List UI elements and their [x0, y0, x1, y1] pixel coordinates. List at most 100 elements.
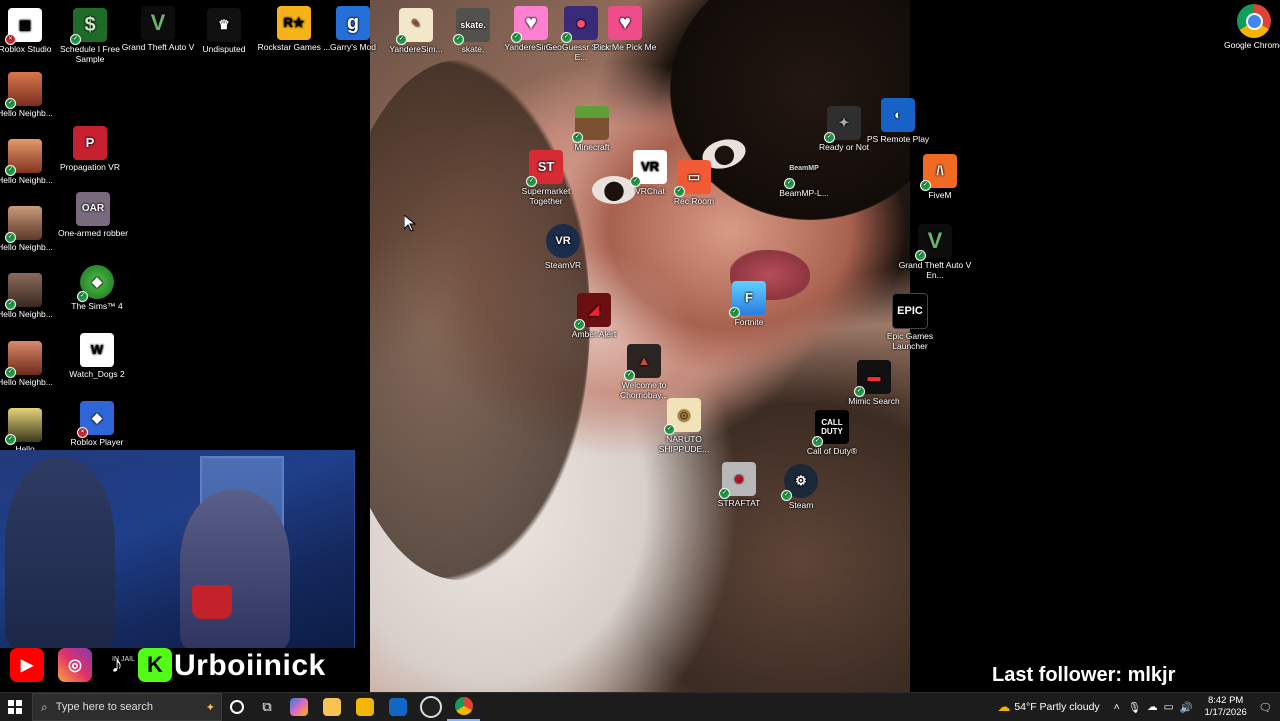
- desktop-icon-rec-room[interactable]: ▭ ✓ Rec Room: [657, 160, 731, 206]
- grass-block-icon: ✓: [572, 106, 609, 143]
- gta-v-icon: V ✓: [915, 224, 952, 261]
- desktop-icon-propagation-vr[interactable]: P Propagation VR: [53, 126, 127, 172]
- beammp-icon: BeamMP ✓: [784, 152, 821, 189]
- mimic-search-icon: ▬ ✓: [854, 360, 891, 397]
- search-highlight-icon: ✦: [205, 701, 215, 714]
- ready-or-not-icon: ✦ ✓: [824, 106, 861, 143]
- desktop-icon-fivem[interactable]: /\ ✓ FiveM: [903, 154, 977, 200]
- ps-remote-play-icon: ◐: [881, 98, 915, 132]
- desktop-icon-hello-neighbor-5[interactable]: ✓ Hello Neighb...: [0, 341, 62, 387]
- chevron-up-icon[interactable]: ˄: [1114, 701, 1120, 713]
- taskbar-store[interactable]: [348, 693, 381, 721]
- search-placeholder: Type here to search: [55, 701, 153, 713]
- steam-icon: ⚙ ✓: [781, 464, 818, 501]
- webcam-person-right: [180, 490, 290, 648]
- taskbar-outlook[interactable]: [381, 693, 414, 721]
- heart-icon: ♥: [608, 6, 642, 40]
- tiktok-small-text: IN JAIL: [112, 656, 135, 663]
- hello-neighbor-icon: ✓: [5, 273, 42, 310]
- desktop-icon-gta5-enhanced[interactable]: V ✓ Grand Theft Auto V En...: [898, 224, 972, 280]
- desktop-icon-beammp[interactable]: BeamMP ✓ BeamMP-L...: [767, 152, 841, 198]
- taskbar-search[interactable]: ⌕ Type here to search ✦: [32, 693, 222, 721]
- task-view-button[interactable]: ⧉: [252, 693, 282, 721]
- hello-neighbor-icon: ✓: [5, 408, 42, 445]
- supermarket-icon: ST ✓: [526, 150, 563, 187]
- plumbob-icon: ◆ ✓: [77, 265, 114, 302]
- desktop-icon-mimic-search[interactable]: ▬ ✓ Mimic Search: [837, 360, 911, 406]
- naruto-icon: ◎ ✓: [664, 398, 701, 435]
- store-icon: [355, 698, 374, 716]
- desktop-icon-call-of-duty[interactable]: CALL DUTY ✓ Call of Duty®: [795, 410, 869, 456]
- crown-icon: ♛: [207, 8, 241, 42]
- desktop-icon-amber-alert[interactable]: ◢ ✓ Amber Alert: [557, 293, 631, 339]
- desktop-icon-epic-games[interactable]: EPIC Epic Games Launcher: [873, 293, 947, 351]
- taskbar-file-explorer[interactable]: [315, 693, 348, 721]
- windows-icon: [8, 700, 22, 714]
- weather-text[interactable]: 54°F Partly cloudy: [1014, 701, 1099, 713]
- garrys-mod-icon: g: [336, 6, 370, 40]
- roblox-studio-icon: ▣ ×: [5, 8, 42, 45]
- desktop: ▣ × Roblox Studio ✓ Hello Neighb... ✓ Hel…: [0, 0, 1280, 692]
- chornobay-icon: ▲ ✓: [624, 344, 661, 381]
- desktop-icon-hello[interactable]: ✓ Hello: [0, 408, 62, 454]
- social-bar: ▶ ◎ ♪ IN JAIL K Urboiinick: [0, 648, 370, 684]
- taskbar-chrome[interactable]: [447, 693, 480, 721]
- chrome-icon: [1237, 4, 1271, 38]
- desktop-icon-hello-neighbor-3[interactable]: ✓ Hello Neighb...: [0, 206, 62, 252]
- desktop-icon-hello-neighbor-4[interactable]: ✓ Hello Neighb...: [0, 273, 62, 319]
- rockstar-icon: R★: [277, 6, 311, 40]
- obs-icon: [419, 696, 442, 718]
- desktop-icon-google-chrome[interactable]: Google Chrome: [1217, 4, 1280, 50]
- desktop-icon-gta5[interactable]: V Grand Theft Auto V: [121, 6, 195, 52]
- call-of-duty-icon: CALL DUTY ✓: [812, 410, 849, 447]
- taskbar: ⌕ Type here to search ✦ ⧉ ☁ 54°F Partly …: [0, 692, 1280, 721]
- start-button[interactable]: [0, 693, 30, 721]
- kick-icon: K: [138, 648, 172, 682]
- fivem-icon: /\ ✓: [920, 154, 957, 191]
- rec-room-icon: ▭ ✓: [674, 160, 711, 197]
- desktop-icon-fortnite[interactable]: F ✓ Fortnite: [712, 281, 786, 327]
- clock-date: 1/17/2026: [1204, 707, 1247, 718]
- steamvr-icon: VR: [546, 224, 580, 258]
- desktop-icon-schedule-i[interactable]: $ ✓ Schedule I Free Sample: [53, 8, 127, 64]
- clock-time: 8:42 PM: [1207, 695, 1244, 706]
- desktop-icon-roblox-player[interactable]: ◆ × Roblox Player: [60, 401, 134, 447]
- volume-icon[interactable]: 🔊: [1180, 701, 1193, 714]
- microphone-icon[interactable]: 🎙: [1128, 701, 1141, 714]
- mouse-pointer-icon: [404, 215, 416, 232]
- tiktok-icon: ♪: [111, 651, 123, 678]
- notifications-icon[interactable]: 🗨: [1259, 701, 1272, 714]
- propagation-vr-icon: P: [73, 126, 107, 160]
- desktop-icon-welcome-chornobay[interactable]: ▲ ✓ Welcome to Chornobay...: [607, 344, 681, 400]
- epic-games-icon: EPIC: [892, 293, 928, 329]
- taskbar-obs[interactable]: [414, 693, 447, 721]
- desktop-icon-minecraft[interactable]: ✓ Minecraft: [555, 106, 629, 152]
- copilot-icon: [289, 698, 308, 716]
- gta-v-icon: V: [141, 6, 175, 40]
- network-icon[interactable]: ▭: [1164, 701, 1174, 713]
- desktop-icon-supermarket-together[interactable]: ST ✓ Supermarket Together: [509, 150, 583, 206]
- desktop-icon-steam[interactable]: ⚙ ✓ Steam: [764, 464, 838, 510]
- webcam-person-left: [5, 458, 115, 648]
- desktop-icon-ps-remote-play[interactable]: ◐ PS Remote Play: [861, 98, 935, 144]
- roblox-icon: ◆ ×: [77, 401, 114, 438]
- hello-neighbor-icon: ✓: [5, 206, 42, 243]
- desktop-icon-sims-4[interactable]: ◆ ✓ The Sims™ 4: [60, 265, 134, 311]
- desktop-icon-undisputed[interactable]: ♛ Undisputed: [187, 8, 261, 54]
- desktop-icon-hello-neighbor-1[interactable]: ✓ Hello Neighb...: [0, 72, 62, 118]
- webcam-overlay: [0, 450, 355, 648]
- desktop-icon-pick-me[interactable]: ♥ Pick Me Pick Me: [588, 6, 662, 52]
- onedrive-icon[interactable]: ☁: [1147, 701, 1158, 713]
- skate-icon: skate. ✓: [453, 8, 490, 45]
- desktop-icon-naruto[interactable]: ◎ ✓ NARUTO SHIPPUDE...: [647, 398, 721, 454]
- cortana-button[interactable]: [222, 693, 252, 721]
- folder-icon: [322, 698, 341, 716]
- one-armed-robber-icon: OAR: [76, 192, 110, 226]
- taskbar-copilot[interactable]: [282, 693, 315, 721]
- desktop-icon-steamvr[interactable]: VR SteamVR: [526, 224, 600, 270]
- desktop-icon-watch-dogs-2[interactable]: W Watch_Dogs 2: [60, 333, 134, 379]
- system-tray: ☁ 54°F Partly cloudy ˄ 🎙 ☁ ▭ 🔊 8:42 PM 1…: [997, 693, 1280, 721]
- clock[interactable]: 8:42 PM 1/17/2026: [1199, 695, 1253, 719]
- outlook-icon: [388, 698, 407, 716]
- desktop-icon-one-armed-robber[interactable]: OAR One-armed robber: [56, 192, 130, 238]
